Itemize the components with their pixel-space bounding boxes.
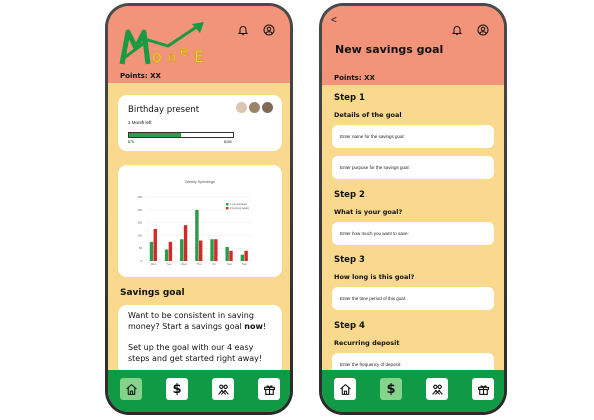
profile-icon[interactable] — [263, 24, 275, 36]
y-tick-label: 150 — [137, 221, 142, 225]
chart-bar-current — [229, 250, 233, 261]
avatar — [248, 101, 261, 114]
back-arrow-icon[interactable]: < — [331, 15, 337, 26]
new-goal-screen: < New savings goal Points: XX Step 1 Det… — [322, 6, 504, 412]
y-tick-label: 0 — [140, 259, 142, 263]
gift-icon — [263, 384, 275, 395]
goal-name-input[interactable]: Enter name for the savings goal: — [332, 125, 494, 148]
y-tick-label: 250 — [137, 195, 142, 199]
goal-progress-fill — [129, 133, 181, 137]
legend-entry: 2 (current week) — [230, 206, 249, 210]
step-2-subtitle: What is your goal? — [334, 208, 403, 216]
progress-min-label: $75 — [128, 140, 134, 144]
chart-bar-current — [168, 241, 173, 261]
step-3-subtitle: How long is this goal? — [334, 273, 415, 281]
nav-community-button[interactable] — [212, 378, 234, 400]
chart-bar-average — [240, 254, 245, 261]
bottom-nav: $ — [322, 370, 504, 412]
step-2-label: Step 2 — [334, 190, 365, 200]
chart-bar-current — [244, 250, 248, 261]
chart-bar-average — [210, 239, 214, 261]
profile-icon[interactable] — [477, 24, 489, 36]
svg-text:n: n — [168, 51, 176, 66]
nav-rewards-button[interactable] — [472, 378, 494, 400]
y-tick-label: 100 — [137, 233, 142, 237]
weekly-spendings-card: Weekly Spendings 0 50 100 150 200 250 Mon Tue Wed… — [118, 165, 282, 277]
nav-rewards-button[interactable] — [258, 378, 280, 400]
chart-bar-average — [164, 249, 169, 261]
new-goal-header: < New savings goal Points: XX — [322, 6, 504, 85]
step-4-subtitle: Recurring deposit — [334, 339, 400, 347]
svg-text:e: e — [180, 44, 189, 60]
dollar-icon: $ — [172, 381, 182, 397]
home-header: o n e E Points: XX — [108, 6, 290, 83]
goal-purpose-input[interactable]: Enter purpose for the savings goal: — [332, 156, 494, 179]
bell-icon[interactable] — [451, 24, 463, 36]
phone-new-goal: < New savings goal Points: XX Step 1 Det… — [319, 3, 507, 415]
x-tick-label: Thu — [197, 262, 202, 266]
x-tick-label: Tue — [166, 262, 171, 266]
dollar-icon: $ — [386, 381, 396, 397]
chart-bar-current — [183, 225, 188, 261]
community-icon — [217, 384, 229, 395]
chart-bar-current — [153, 229, 157, 261]
chart-bar-average — [225, 246, 229, 261]
y-tick-label: 200 — [137, 208, 142, 212]
bottom-nav: $ — [108, 370, 290, 412]
chart-title: Weekly Spendings — [185, 180, 215, 184]
avatar — [261, 101, 274, 114]
home-screen: o n e E Points: XX Birthday present 1 Mo… — [108, 6, 290, 412]
points-label: Points: XX — [334, 74, 375, 82]
points-label: Points: XX — [120, 72, 161, 80]
x-tick-label: Sun — [242, 262, 247, 266]
nav-savings-button[interactable]: $ — [380, 378, 402, 400]
svg-text:E: E — [194, 47, 204, 66]
savings-goal-info-card[interactable]: Want to be consistent in saving money? S… — [118, 305, 282, 375]
step-4-label: Step 4 — [334, 321, 365, 331]
community-icon — [431, 384, 443, 395]
legend-entry: 1 (on average) — [230, 202, 247, 206]
savings-goal-steps-text: Set up the goal with our 4 easy steps an… — [128, 343, 263, 363]
nav-home-button[interactable] — [334, 378, 356, 400]
nav-savings-button[interactable]: $ — [166, 378, 188, 400]
goal-time-period-input[interactable]: Enter the time period of this goal: — [332, 287, 494, 310]
x-tick-label: Sat — [227, 262, 231, 266]
chart-bar-current — [199, 240, 203, 261]
avatar — [235, 101, 248, 114]
legend-swatch — [226, 207, 229, 210]
goal-progress-bar — [128, 132, 234, 138]
nav-community-button[interactable] — [426, 378, 448, 400]
y-tick-label: 50 — [139, 246, 143, 250]
gift-icon — [477, 384, 489, 395]
x-tick-label: Mon — [151, 262, 157, 266]
bell-icon[interactable] — [237, 24, 249, 36]
home-icon — [125, 383, 137, 395]
svg-text:o: o — [152, 47, 162, 66]
chart-bar-current — [214, 239, 218, 261]
step-3-label: Step 3 — [334, 255, 365, 265]
chart-bar-average — [195, 209, 199, 261]
step-1-label: Step 1 — [334, 93, 365, 103]
savings-goal-intro: Want to be consistent in saving money? S… — [128, 311, 267, 331]
chart-bar-average — [180, 239, 184, 261]
savings-goal-heading: Savings goal — [120, 288, 185, 298]
phone-home: o n e E Points: XX Birthday present 1 Mo… — [105, 3, 293, 415]
goal-time-left: 1 Month left — [128, 120, 152, 125]
monee-logo: o n e E — [119, 22, 204, 66]
goal-card-birthday-present[interactable]: Birthday present 1 Month left $75 $150 — [118, 95, 282, 151]
home-icon — [339, 383, 351, 395]
goal-amount-input[interactable]: Enter how much you want to save: — [332, 222, 494, 245]
nav-home-button[interactable] — [120, 378, 142, 400]
x-tick-label: Fri — [213, 262, 217, 266]
x-tick-label: Wed — [181, 262, 187, 266]
chart-bar-average — [149, 241, 154, 261]
goal-title: Birthday present — [128, 105, 200, 115]
page-title: New savings goal — [335, 43, 444, 56]
progress-max-label: $150 — [224, 140, 232, 144]
legend-swatch — [226, 203, 229, 206]
step-1-subtitle: Details of the goal — [334, 111, 402, 119]
weekly-spendings-chart: Weekly Spendings 0 50 100 150 200 250 Mon Tue Wed… — [137, 180, 252, 266]
